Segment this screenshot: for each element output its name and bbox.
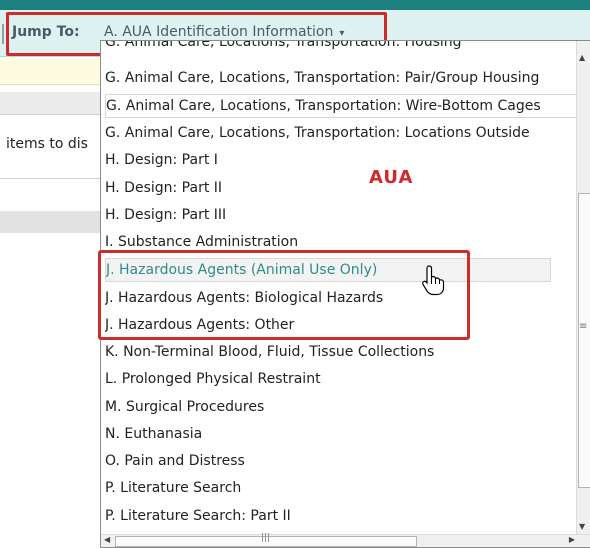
dropdown-option[interactable]: H. Design: Part III	[105, 204, 575, 226]
dropdown-option[interactable]: G. Animal Care, Locations, Transportatio…	[105, 67, 575, 89]
dropdown-option[interactable]: P. Literature Search	[105, 477, 575, 499]
scroll-right-arrow-icon[interactable]: ▶	[569, 535, 575, 544]
background-gray-row	[0, 92, 100, 115]
scroll-grip-icon: |||	[261, 533, 271, 543]
hand-pointer-cursor-icon	[422, 265, 445, 296]
separator	[2, 24, 4, 44]
dropdown-option[interactable]: P. Literature Search: Part II	[105, 505, 575, 527]
dropdown-option[interactable]: N. Euthanasia	[105, 423, 575, 445]
dropdown-option[interactable]: L. Prolonged Physical Restraint	[105, 368, 575, 390]
scroll-down-arrow-icon[interactable]: ▼	[579, 522, 585, 531]
dropdown-option[interactable]: O. Pain and Distress	[105, 450, 575, 472]
dropdown-option[interactable]: G. Animal Care, Locations, Transportatio…	[105, 41, 575, 53]
horizontal-scrollbar[interactable]: ◀ ||| ▶	[101, 533, 590, 547]
background-message-row: items to dis	[0, 120, 100, 179]
top-accent-bar	[0, 0, 590, 10]
vertical-scrollbar[interactable]: ▲ ≡ ▼	[576, 41, 590, 535]
dropdown-option[interactable]: G. Animal Care, Locations, Transportatio…	[105, 122, 575, 144]
annotation-box-hazardous-agents	[98, 250, 470, 340]
empty-list-message: items to dis	[6, 136, 88, 152]
dropdown-option[interactable]: G. Animal Care, Locations, Transportatio…	[105, 94, 577, 118]
background-yellow-row	[0, 58, 100, 85]
scroll-up-arrow-icon[interactable]: ▲	[579, 53, 585, 62]
vertical-scroll-thumb[interactable]	[578, 193, 590, 488]
dropdown-option[interactable]: H. Design: Part II	[105, 177, 575, 199]
dropdown-option[interactable]: K. Non-Terminal Blood, Fluid, Tissue Col…	[105, 341, 575, 363]
scroll-grip-icon: ≡	[579, 321, 588, 332]
scroll-left-arrow-icon[interactable]: ◀	[104, 535, 110, 544]
background-gray-row-2	[0, 211, 100, 233]
dropdown-option[interactable]: H. Design: Part I	[105, 149, 575, 171]
dropdown-option[interactable]: M. Surgical Procedures	[105, 396, 575, 418]
aua-annotation-label: AUA	[369, 167, 414, 188]
